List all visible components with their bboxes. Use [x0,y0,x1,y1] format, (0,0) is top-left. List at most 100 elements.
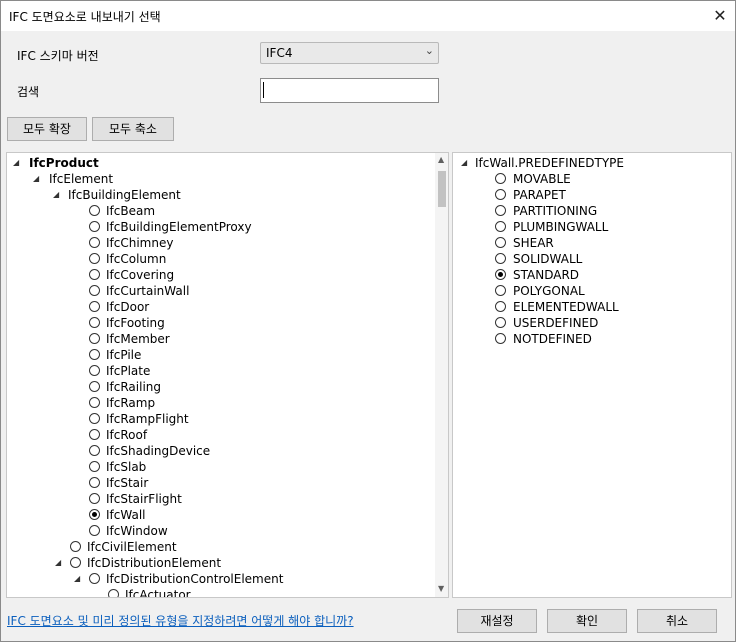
collapse-all-button[interactable]: 모두 축소 [92,117,174,141]
radio-button[interactable] [89,477,100,488]
predefined-option-standard[interactable]: STANDARD [453,267,723,283]
help-link[interactable]: IFC 도면요소 및 미리 정의된 유형을 지정하려면 어떻게 해야 합니까? [7,612,354,629]
radio-button[interactable] [70,557,81,568]
reset-button[interactable]: 재설정 [457,609,537,633]
radio-button[interactable] [89,413,100,424]
scrollbar-thumb[interactable] [438,171,446,207]
radio-button[interactable] [108,589,119,597]
radio-button[interactable] [495,173,506,184]
radio-button[interactable] [495,317,506,328]
chevron-down-icon: ⌄ [424,44,434,57]
radio-button[interactable] [89,429,100,440]
tree-scrollbar[interactable]: ▲ ▼ [435,153,448,597]
tree-node-ifcfooting[interactable]: IfcFooting [7,315,427,331]
expand-all-button[interactable]: 모두 확장 [7,117,87,141]
predefined-option-label: POLYGONAL [513,284,585,298]
radio-button[interactable] [89,381,100,392]
predefined-type-panel[interactable]: ◢ IfcWall.PREDEFINEDTYPE MOVABLE PARAPET P… [452,152,732,598]
radio-button[interactable] [89,573,100,584]
radio-button[interactable] [89,269,100,280]
tree-node-ifccolumn[interactable]: IfcColumn [7,251,427,267]
tree-node-label: IfcRailing [106,380,162,394]
predefined-option-polygonal[interactable]: POLYGONAL [453,283,723,299]
tree-node-ifcbuildingelement[interactable]: ◢ IfcBuildingElement [7,187,427,203]
tree-node-ifcshadingdevice[interactable]: IfcShadingDevice [7,443,427,459]
tree-node-ifcelement[interactable]: ◢ IfcElement [7,171,427,187]
radio-button[interactable] [495,285,506,296]
scroll-up-icon[interactable]: ▲ [438,155,444,164]
expanded-triangle-icon[interactable]: ◢ [461,159,469,167]
radio-button[interactable] [495,221,506,232]
radio-button[interactable] [89,493,100,504]
expanded-triangle-icon[interactable]: ◢ [53,191,61,199]
radio-button[interactable] [89,221,100,232]
tree-node-ifcwall[interactable]: IfcWall [7,507,427,523]
radio-button[interactable] [89,397,100,408]
radio-button[interactable] [495,205,506,216]
radio-button[interactable] [89,205,100,216]
radio-button[interactable] [495,237,506,248]
tree-node-ifcmember[interactable]: IfcMember [7,331,427,347]
tree-node-ifcstairflight[interactable]: IfcStairFlight [7,491,427,507]
predefined-option-elementedwall[interactable]: ELEMENTEDWALL [453,299,723,315]
radio-button[interactable] [89,333,100,344]
tree-node-ifcslab[interactable]: IfcSlab [7,459,427,475]
radio-button[interactable] [89,365,100,376]
radio-button[interactable] [89,461,100,472]
tree-node-ifcdistributionelement[interactable]: ◢ IfcDistributionElement [7,555,427,571]
radio-button[interactable] [89,509,100,520]
predefined-option-plumbingwall[interactable]: PLUMBINGWALL [453,219,723,235]
expanded-triangle-icon[interactable]: ◢ [13,159,21,167]
tree-node-ifcrailing[interactable]: IfcRailing [7,379,427,395]
predefined-option-parapet[interactable]: PARAPET [453,187,723,203]
tree-node-ifcchimney[interactable]: IfcChimney [7,235,427,251]
tree-node-ifcpile[interactable]: IfcPile [7,347,427,363]
tree-node-ifcroof[interactable]: IfcRoof [7,427,427,443]
radio-button[interactable] [89,349,100,360]
radio-button[interactable] [495,269,506,280]
radio-button[interactable] [89,445,100,456]
tree-node-ifcdistributioncontrolelement[interactable]: ◢ IfcDistributionControlElement [7,571,427,587]
cancel-button[interactable]: 취소 [637,609,717,633]
radio-button[interactable] [495,253,506,264]
tree-node-ifcbuildingelementproxy[interactable]: IfcBuildingElementProxy [7,219,427,235]
tree-node-ifcramp[interactable]: IfcRamp [7,395,427,411]
search-input[interactable] [260,78,439,103]
tree-node-ifcbeam[interactable]: IfcBeam [7,203,427,219]
ok-button[interactable]: 확인 [547,609,627,633]
radio-button[interactable] [70,541,81,552]
tree-node-ifcactuator[interactable]: IfcActuator [7,587,427,597]
tree-node-ifcproduct[interactable]: ◢ IfcProduct [7,155,427,171]
radio-button[interactable] [89,301,100,312]
radio-button[interactable] [89,253,100,264]
radio-button[interactable] [89,285,100,296]
predefined-option-movable[interactable]: MOVABLE [453,171,723,187]
predefined-type-header[interactable]: ◢ IfcWall.PREDEFINEDTYPE [453,155,723,171]
radio-button[interactable] [495,301,506,312]
ifc-class-tree[interactable]: ◢ IfcProduct ◢ IfcElement ◢ IfcBuildingE… [6,152,449,598]
tree-node-ifccovering[interactable]: IfcCovering [7,267,427,283]
predefined-option-partitioning[interactable]: PARTITIONING [453,203,723,219]
expanded-triangle-icon[interactable]: ◢ [55,559,63,567]
tree-node-ifcrampflight[interactable]: IfcRampFlight [7,411,427,427]
close-button[interactable]: ✕ [705,1,735,31]
tree-node-ifcdoor[interactable]: IfcDoor [7,299,427,315]
predefined-option-solidwall[interactable]: SOLIDWALL [453,251,723,267]
radio-button[interactable] [495,333,506,344]
tree-node-ifcwindow[interactable]: IfcWindow [7,523,427,539]
radio-button[interactable] [495,189,506,200]
expanded-triangle-icon[interactable]: ◢ [33,175,41,183]
radio-button[interactable] [89,237,100,248]
tree-node-ifccurtainwall[interactable]: IfcCurtainWall [7,283,427,299]
radio-button[interactable] [89,317,100,328]
schema-version-select[interactable]: IFC4 ⌄ [260,42,439,64]
expanded-triangle-icon[interactable]: ◢ [74,575,82,583]
tree-node-ifcstair[interactable]: IfcStair [7,475,427,491]
predefined-option-notdefined[interactable]: NOTDEFINED [453,331,723,347]
radio-button[interactable] [89,525,100,536]
predefined-option-userdefined[interactable]: USERDEFINED [453,315,723,331]
tree-node-ifcplate[interactable]: IfcPlate [7,363,427,379]
scroll-down-icon[interactable]: ▼ [438,584,444,593]
tree-node-ifccivilelement[interactable]: IfcCivilElement [7,539,427,555]
predefined-option-shear[interactable]: SHEAR [453,235,723,251]
